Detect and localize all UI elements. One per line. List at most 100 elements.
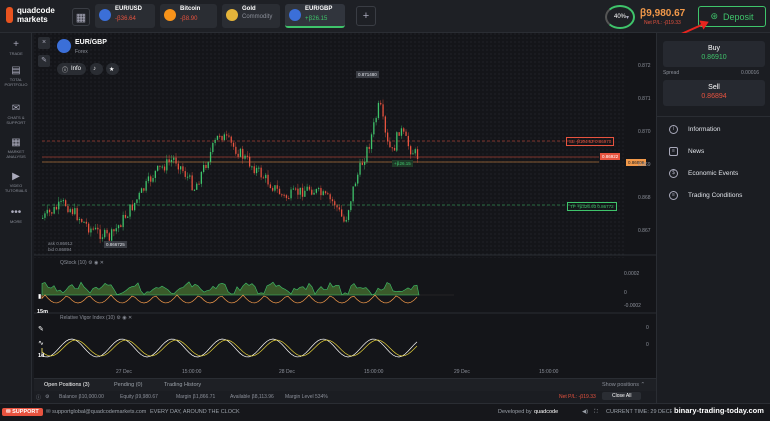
support-button[interactable]: ✉ SUPPORT xyxy=(2,408,43,416)
candle-body xyxy=(115,228,117,232)
margin-gauge: 40% xyxy=(605,5,635,29)
spread-label: Spread xyxy=(663,70,680,76)
high-price-label: 0.871480 xyxy=(356,71,379,78)
bell-icon[interactable]: ♪ xyxy=(90,63,103,75)
candle-body xyxy=(403,128,405,132)
asset-tab-eurusd[interactable]: EUR/USD -ꞵ36.64 xyxy=(95,4,155,28)
candle-body xyxy=(140,188,143,193)
candle-body xyxy=(205,164,207,169)
candle-body xyxy=(274,185,276,191)
asset-tab-eurgbp[interactable]: EUR/GBP +ꞵ26.15 xyxy=(285,4,345,28)
candle-body xyxy=(299,187,301,195)
menu-item-information[interactable]: i Information xyxy=(669,125,721,134)
candle-body xyxy=(359,162,361,175)
candle-body xyxy=(97,227,99,230)
buy-button[interactable]: Buy 0.86910 xyxy=(663,41,765,67)
volume-icon[interactable]: ◀) xyxy=(582,409,588,415)
support-email: supportglobal@quadcodemarkets.com xyxy=(52,409,147,415)
chevron-down-icon[interactable]: ▾ xyxy=(626,14,629,21)
candle-body xyxy=(251,166,253,168)
info-icon[interactable]: ⓘ xyxy=(36,394,41,401)
tab-pending[interactable]: Pending (0) xyxy=(114,382,142,388)
candle-body xyxy=(212,142,214,153)
stop-loss-label[interactable]: SL -ꞵ104.62 0.86970 xyxy=(566,137,615,146)
asset-category: Commodity xyxy=(242,14,273,20)
price-chart[interactable] xyxy=(34,33,656,378)
gear-icon[interactable]: ⚙ xyxy=(88,260,92,266)
candle-body xyxy=(384,116,386,133)
sidebar-item-analysis[interactable]: ▦ MARKET ANALYSIS xyxy=(0,137,32,159)
low-price-label: 0.866725 xyxy=(104,241,127,248)
balance-value[interactable]: ꞵ9,980.67 xyxy=(640,5,685,19)
candle-body xyxy=(184,171,186,177)
logo-text: quadcode markets xyxy=(17,6,55,24)
close-all-button[interactable]: Close All xyxy=(602,392,642,400)
sidebar-item-chats[interactable]: ✉ CHATS & SUPPORT xyxy=(0,103,32,125)
email-link[interactable]: ✉ supportglobal@quadcodemarkets.com xyxy=(46,409,146,415)
candle-body xyxy=(173,157,175,160)
candle-body xyxy=(127,216,129,218)
candle-body xyxy=(113,229,115,232)
sidebar-item-portfolio[interactable]: ▤ TOTAL PORTFOLIO xyxy=(0,65,32,87)
menu-item-news[interactable]: ≡ News xyxy=(669,147,704,156)
candle-body xyxy=(313,192,315,195)
gear-icon[interactable]: ⚙ xyxy=(116,315,120,321)
candle-body xyxy=(235,146,237,154)
chart-area[interactable]: × ✎ EUR/GBP Forex ⓘ Info ♪ ★ 0.871480 0.8… xyxy=(34,33,656,378)
eye-icon[interactable]: ◉ xyxy=(122,315,126,321)
candle-body xyxy=(288,198,290,200)
candle-body xyxy=(207,162,209,169)
draw-tool-icon[interactable]: ✎ xyxy=(38,325,44,333)
close-icon[interactable]: ✕ xyxy=(128,315,132,321)
position-profit-badge: +ꞵ26.15 xyxy=(392,160,413,167)
candle-body xyxy=(295,188,297,190)
sidebar-item-video[interactable]: ▶ VIDEO TUTORIALS xyxy=(0,171,32,193)
asset-tab-bitcoin[interactable]: Bitcoin -ꞵ8.90 xyxy=(160,4,217,28)
candle-body xyxy=(262,177,265,179)
candle-body xyxy=(232,142,235,147)
sell-button[interactable]: Sell 0.86894 xyxy=(663,80,765,106)
grid-view-icon[interactable]: ▦ xyxy=(72,8,90,26)
tab-open-positions[interactable]: Open Positions (3) xyxy=(44,382,90,388)
eye-icon[interactable]: ◉ xyxy=(94,260,98,266)
asset-tab-gold[interactable]: Gold Commodity xyxy=(222,4,280,28)
deposit-label: Deposit xyxy=(723,11,754,22)
dollar-circle-icon: ⊛ xyxy=(710,11,719,21)
account-summary-bar: ⓘ ⚙ Balance ꞵ10,000.00 Equity ꞵ9,980.67 … xyxy=(34,391,656,403)
close-icon[interactable]: × xyxy=(38,37,50,49)
candle-body xyxy=(145,181,147,191)
chart-type-icon[interactable]: ▮ xyxy=(38,293,41,300)
timeframe-range-selector[interactable]: 1d xyxy=(38,353,44,359)
candle-body xyxy=(400,128,403,136)
candle-body xyxy=(278,188,281,195)
sidebar-item-more[interactable]: ••• MORE xyxy=(0,207,32,224)
gear-icon[interactable]: ⚙ xyxy=(45,394,49,400)
chat-icon: ✉ xyxy=(11,103,21,114)
asset-name: Gold xyxy=(242,6,256,12)
candle-body xyxy=(253,166,255,174)
pencil-icon[interactable]: ✎ xyxy=(38,55,50,67)
menu-item-economic-events[interactable]: $ Economic Events xyxy=(669,169,738,178)
sidebar-item-trade[interactable]: + TRADE xyxy=(0,39,32,56)
timeframe-selector[interactable]: 15m xyxy=(37,309,48,315)
candle-body xyxy=(163,166,166,171)
candle-body xyxy=(120,225,122,228)
candle-body xyxy=(228,135,230,137)
sell-price: 0.86894 xyxy=(701,93,727,100)
asset-name: EUR/GBP xyxy=(305,6,333,12)
candle-body xyxy=(329,194,331,200)
take-profit-label[interactable]: TP +ꞵ326.93 0.86772 xyxy=(567,202,617,211)
info-button[interactable]: ⓘ Info xyxy=(57,63,87,75)
fullscreen-icon[interactable]: ⛶ xyxy=(594,409,598,416)
menu-item-trading-conditions[interactable]: ≡ Trading Conditions xyxy=(669,191,742,200)
flag-icon xyxy=(99,9,111,21)
indicators-icon[interactable]: ∿ xyxy=(38,339,44,347)
candle-body xyxy=(85,221,87,224)
show-positions-toggle[interactable]: Show positions ⌃ xyxy=(602,382,645,388)
close-icon[interactable]: ✕ xyxy=(100,260,104,266)
star-icon[interactable]: ★ xyxy=(106,63,119,75)
tab-trading-history[interactable]: Trading History xyxy=(164,382,201,388)
add-tab-button[interactable]: + xyxy=(356,6,376,26)
candle-body xyxy=(196,183,198,190)
support-slogan: EVERY DAY, AROUND THE CLOCK xyxy=(150,409,240,415)
